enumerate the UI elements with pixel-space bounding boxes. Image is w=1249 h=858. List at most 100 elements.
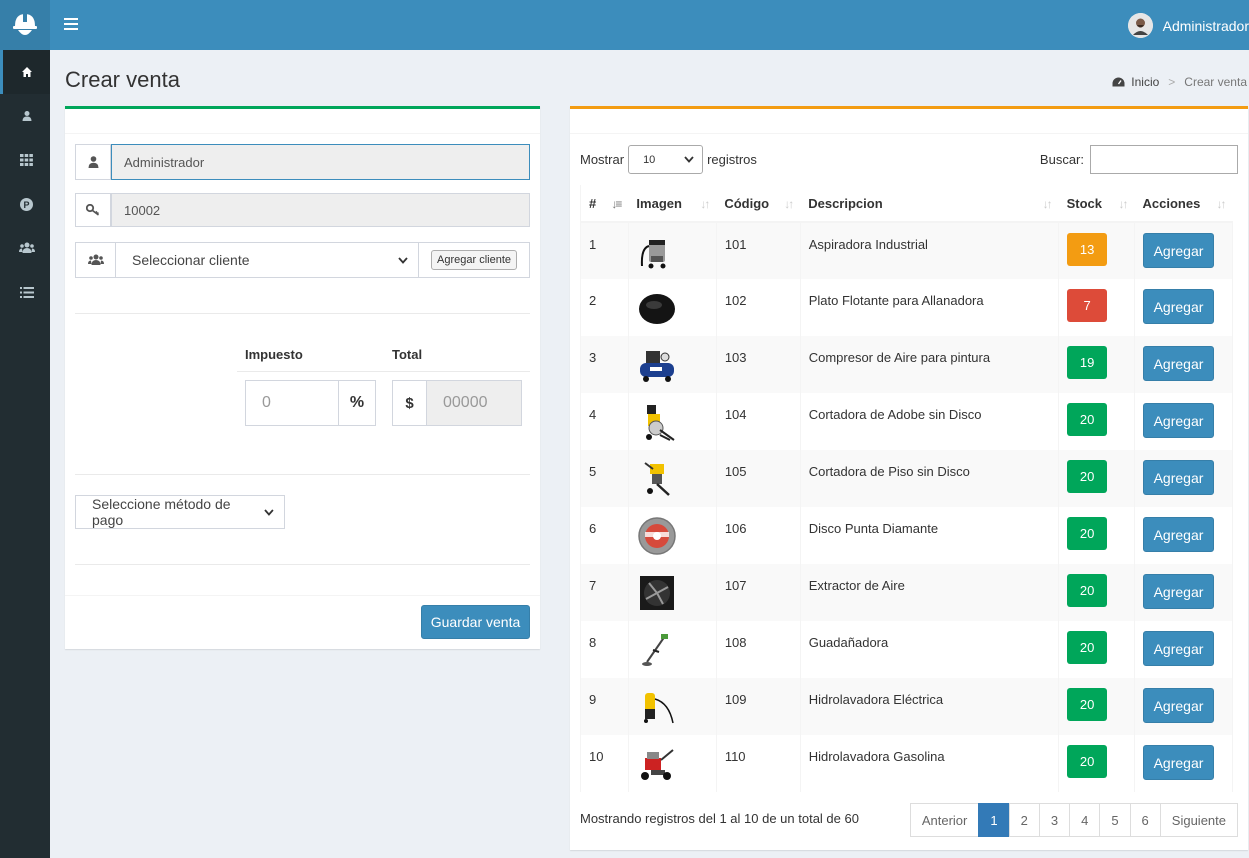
row-actions: Agregar (1134, 222, 1233, 279)
page-2-button[interactable]: 2 (1008, 803, 1040, 837)
table-row: 1 101 Aspiradora Industrial 13 Agregar (580, 222, 1233, 279)
page-4-button[interactable]: 4 (1069, 803, 1101, 837)
list-icon (19, 286, 34, 298)
client-select-value: Seleccionar cliente (132, 252, 250, 268)
search-input[interactable] (1090, 145, 1238, 174)
breadcrumb-home-link[interactable]: Inicio (1131, 75, 1159, 89)
add-product-button[interactable]: Agregar (1143, 460, 1214, 495)
row-image (628, 222, 717, 279)
column-header-number[interactable]: # ↓≡ (580, 185, 629, 223)
page-length-select[interactable]: 10 (628, 145, 704, 174)
page-1-button[interactable]: 1 (978, 803, 1010, 837)
chevron-down-icon (264, 508, 274, 516)
row-code: 103 (716, 336, 801, 393)
row-number: 6 (580, 507, 629, 564)
divider (75, 474, 530, 475)
table-body: 1 101 Aspiradora Industrial 13 Agregar 2 102 Pl… (580, 222, 1233, 792)
row-image (628, 507, 717, 564)
row-number: 8 (580, 621, 629, 678)
search-label: Buscar: (1039, 152, 1084, 167)
user-name: Administrador (1162, 17, 1249, 34)
page-5-button[interactable]: 5 (1099, 803, 1131, 837)
row-actions: Agregar (1134, 621, 1233, 678)
client-addon (75, 242, 116, 278)
add-client-button[interactable]: Agregar cliente (431, 250, 517, 270)
row-stock: 20 (1058, 450, 1135, 507)
column-header-code[interactable]: Código ↓↑ (716, 185, 801, 223)
add-product-button[interactable]: Agregar (1143, 403, 1214, 438)
breadcrumb: Inicio > Crear venta (1112, 75, 1247, 89)
stock-badge: 19 (1067, 346, 1108, 379)
client-input-group: Seleccionar cliente Agregar cliente (75, 242, 530, 278)
sidebar-item-products[interactable]: P (0, 182, 50, 226)
stock-badge: 20 (1067, 745, 1108, 778)
previous-page-button[interactable]: Anterior (909, 803, 980, 837)
row-image (628, 678, 717, 735)
client-select[interactable]: Seleccionar cliente (116, 242, 419, 278)
row-description: Extractor de Aire (800, 564, 1060, 621)
total-input[interactable]: 00000 (427, 380, 522, 426)
row-number: 5 (580, 450, 629, 507)
sidebar-item-users[interactable] (0, 94, 50, 138)
row-code: 102 (716, 279, 801, 336)
row-description: Cortadora de Adobe sin Disco (800, 393, 1060, 450)
table-row: 2 102 Plato Flotante para Allanadora 7 Agreg… (580, 279, 1233, 336)
column-header-stock[interactable]: Stock ↓↑ (1058, 185, 1135, 223)
seller-input-group: Administrador (75, 144, 530, 180)
save-sale-button[interactable]: Guardar venta (421, 605, 530, 639)
show-label: Mostrar (580, 152, 625, 167)
column-header-image[interactable]: Imagen ↓↑ (628, 185, 717, 223)
add-product-button[interactable]: Agregar (1143, 517, 1214, 552)
sidebar-item-home[interactable] (0, 50, 50, 94)
table-row: 5 105 Cortadora de Piso sin Disco 20 Agregar (580, 450, 1233, 507)
sale-code-field[interactable]: 10002 (111, 193, 530, 227)
row-actions: Agregar (1134, 564, 1233, 621)
sort-icon: ↓↑ (1042, 197, 1053, 211)
next-page-button[interactable]: Siguiente (1159, 803, 1238, 837)
page-6-button[interactable]: 6 (1129, 803, 1161, 837)
row-description: Cortadora de Piso sin Disco (800, 450, 1060, 507)
stock-badge: 20 (1067, 688, 1108, 721)
stock-badge: 20 (1067, 517, 1108, 550)
table-row: 10 110 Hidrolavadora Gasolina 20 Agregar (580, 735, 1233, 792)
pagination: Anterior 1 2 3 4 5 6 Siguiente (909, 803, 1238, 837)
row-actions: Agregar (1134, 735, 1233, 792)
breadcrumb-current: Crear venta (1184, 75, 1247, 89)
row-image (628, 336, 717, 393)
seller-field[interactable]: Administrador (111, 144, 530, 180)
floor-cutter-image (637, 459, 677, 499)
add-product-button[interactable]: Agregar (1143, 688, 1214, 723)
row-description: Hidrolavadora Gasolina (800, 735, 1060, 792)
tax-input[interactable]: 0 (245, 380, 339, 426)
sidebar-item-categories[interactable] (0, 138, 50, 182)
sidebar-item-clients[interactable] (0, 226, 50, 270)
column-header-description[interactable]: Descripcion ↓↑ (800, 185, 1059, 223)
logo[interactable] (0, 0, 50, 50)
column-header-actions[interactable]: Acciones ↓↑ (1134, 185, 1233, 223)
menu-toggle-icon[interactable] (64, 18, 78, 32)
page-3-button[interactable]: 3 (1038, 803, 1071, 837)
add-product-button[interactable]: Agregar (1143, 745, 1214, 780)
dashboard-icon (1112, 77, 1125, 86)
row-description: Disco Punta Diamante (800, 507, 1060, 564)
add-product-button[interactable]: Agregar (1143, 346, 1214, 381)
add-client-wrapper: Agregar cliente (419, 242, 530, 278)
row-stock: 19 (1058, 336, 1135, 393)
row-code: 101 (716, 222, 801, 279)
add-product-button[interactable]: Agregar (1143, 289, 1214, 324)
products-box: Mostrar 10 registros Buscar: # ↓≡ Imagen ↓… (570, 106, 1248, 850)
add-product-button[interactable]: Agregar (1143, 631, 1214, 666)
row-code: 104 (716, 393, 801, 450)
chevron-down-icon (398, 256, 408, 264)
row-actions: Agregar (1134, 336, 1233, 393)
user-menu[interactable]: Administrador (1127, 13, 1249, 38)
add-product-button[interactable]: Agregar (1143, 233, 1214, 268)
home-icon (21, 67, 32, 77)
payment-method-select[interactable]: Seleccione método de pago (75, 495, 285, 529)
row-code: 107 (716, 564, 801, 621)
row-stock: 20 (1058, 393, 1135, 450)
key-icon (86, 204, 99, 216)
row-actions: Agregar (1134, 279, 1233, 336)
add-product-button[interactable]: Agregar (1143, 574, 1214, 609)
sidebar-item-sales[interactable] (0, 270, 50, 314)
